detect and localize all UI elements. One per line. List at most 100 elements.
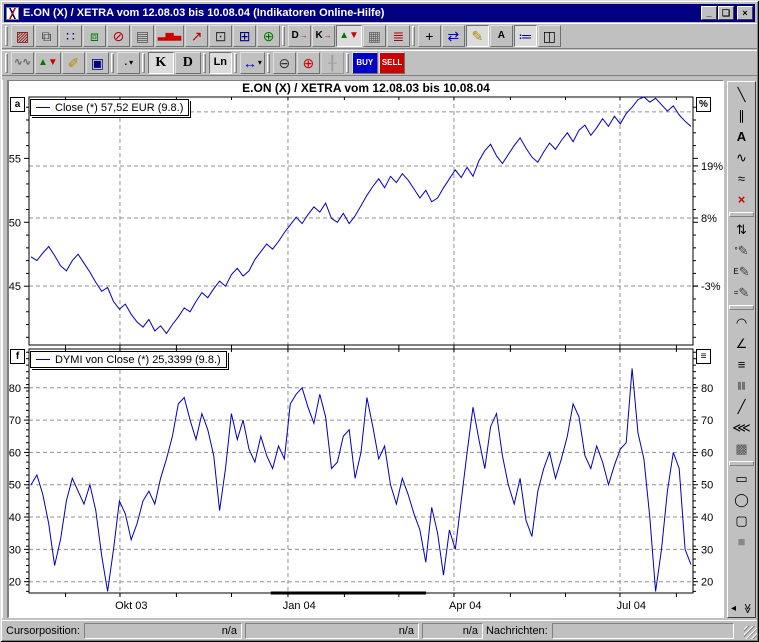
- sidebar-divider: [729, 212, 754, 217]
- scale-arrows-icon[interactable]: ⇄: [442, 25, 465, 47]
- toolbar-grip[interactable]: [203, 53, 206, 73]
- statusbar: Cursorposition: n/a n/a n/a Nachrichten:: [2, 620, 757, 640]
- pane2-legend[interactable]: DYMI von Close (*) 25,3399 (9.8.): [30, 351, 227, 368]
- candle-chart-button[interactable]: K: [148, 52, 174, 74]
- rectangle-tool[interactable]: ▭: [729, 468, 754, 489]
- properties-icon[interactable]: ▣: [86, 52, 109, 74]
- window-icon: [6, 7, 19, 20]
- triangles-updown-icon[interactable]: ▲▼: [336, 25, 362, 47]
- toolbar-grip[interactable]: [412, 26, 415, 46]
- filled-rect-tool[interactable]: ■: [729, 531, 754, 552]
- ln-scale-button[interactable]: Ln: [209, 52, 232, 74]
- line-chart-icon[interactable]: ↗: [185, 25, 208, 47]
- parallel-lines-tool[interactable]: ∥: [729, 105, 754, 126]
- toolbar-grip[interactable]: [142, 53, 145, 73]
- windows-list-icon[interactable]: ⊞: [233, 25, 256, 47]
- retracement-lines-tool[interactable]: ≡: [729, 354, 754, 375]
- tile-windows-icon[interactable]: ∷: [59, 25, 82, 47]
- chart-canvas[interactable]: 45505519%8%-3%20203030404050506060707080…: [9, 81, 725, 619]
- wave-tool[interactable]: ≈: [729, 168, 754, 189]
- chart-grid-icon[interactable]: ▦: [363, 25, 386, 47]
- close-button[interactable]: ×: [737, 6, 753, 20]
- hrange-icon[interactable]: ↔▾: [240, 52, 265, 74]
- crosshair-icon[interactable]: +: [418, 25, 441, 47]
- svg-text:30: 30: [701, 544, 713, 556]
- zigzag-tool[interactable]: ∿: [729, 147, 754, 168]
- marker-pen-icon[interactable]: ✐: [62, 52, 85, 74]
- svg-text:40: 40: [9, 512, 21, 524]
- pen-circle-tool[interactable]: °✎: [729, 240, 754, 261]
- draw-pen-icon[interactable]: ✎: [466, 25, 489, 47]
- quote-window-icon[interactable]: ⊡: [209, 25, 232, 47]
- pane2-marker[interactable]: f: [10, 349, 25, 364]
- pane2-legend-text: DYMI von Close (*) 25,3399 (9.8.): [55, 354, 221, 366]
- trendline-tool[interactable]: ╲: [729, 84, 754, 105]
- zoom-out-icon[interactable]: ⊖: [273, 52, 296, 74]
- buy-button[interactable]: BUY: [352, 52, 378, 74]
- axis-tool-icon[interactable]: ╂: [321, 52, 344, 74]
- pane1-percent-axis-marker[interactable]: %: [696, 97, 711, 112]
- svg-text:20: 20: [701, 577, 713, 589]
- text-tool[interactable]: A: [729, 126, 754, 147]
- svg-text:Jul 04: Jul 04: [617, 600, 646, 612]
- line-width-icon[interactable]: ·▾: [117, 52, 140, 74]
- toolbar-grip[interactable]: [5, 26, 8, 46]
- cursor-x-field: n/a: [84, 623, 242, 639]
- pen-extension-tool[interactable]: E✎: [729, 261, 754, 282]
- svg-text:50: 50: [9, 480, 21, 492]
- layout-panel-icon[interactable]: ◫: [538, 25, 561, 47]
- quote-grid-icon[interactable]: ▤: [131, 25, 154, 47]
- titlebar[interactable]: E.ON (X) / XETRA vom 12.08.03 bis 10.08.…: [4, 4, 755, 22]
- sidebar-scroll-left-icon[interactable]: ◂: [731, 603, 736, 614]
- delete-drawing-tool[interactable]: ×: [729, 189, 754, 210]
- svg-text:70: 70: [701, 415, 713, 427]
- fan-lines-tool[interactable]: ∠: [729, 333, 754, 354]
- pen-parallel-tool[interactable]: =✎: [729, 282, 754, 303]
- minimize-button[interactable]: _: [701, 6, 717, 20]
- new-chart-icon[interactable]: ▨: [11, 25, 34, 47]
- vertical-lines-tool[interactable]: ∥∥: [729, 375, 754, 396]
- ellipse-tool[interactable]: ◯: [729, 489, 754, 510]
- arc-tool[interactable]: ◠: [729, 312, 754, 333]
- sidebar-more-tools-icon[interactable]: ≫: [741, 603, 752, 613]
- toolbar-grip[interactable]: [346, 53, 349, 73]
- copy-chart-icon[interactable]: ⧉: [35, 25, 58, 47]
- bar-chart-button[interactable]: D: [175, 52, 201, 74]
- toolbar-grip[interactable]: [267, 53, 270, 73]
- cursor-position-label: Cursorposition:: [6, 625, 80, 637]
- pane1-marker[interactable]: a: [10, 97, 25, 112]
- sell-button[interactable]: SELL: [379, 52, 405, 74]
- delete-study-icon[interactable]: ⊘: [107, 25, 130, 47]
- svg-text:55: 55: [9, 153, 21, 165]
- crosshatch-tool[interactable]: ▩: [729, 438, 754, 459]
- cascade-windows-icon[interactable]: ⧈: [83, 25, 106, 47]
- toolbar-grip[interactable]: [282, 26, 285, 46]
- toolbar-grip[interactable]: [5, 53, 8, 73]
- speed-lines-tool[interactable]: ⋘: [729, 417, 754, 438]
- fibonacci-tool[interactable]: ⇅: [729, 219, 754, 240]
- notes-page-icon[interactable]: A: [490, 25, 513, 47]
- diagonal-line-tool[interactable]: ╱: [729, 396, 754, 417]
- rounded-rect-tool[interactable]: ▢: [729, 510, 754, 531]
- legend-list-icon[interactable]: ≔: [514, 25, 537, 47]
- trend-triangles-icon[interactable]: ▲▼: [35, 52, 61, 74]
- svg-text:Apr 04: Apr 04: [449, 600, 481, 612]
- period-d-icon[interactable]: D→: [288, 25, 311, 47]
- zoom-in-icon[interactable]: ⊕: [297, 52, 320, 74]
- chart-panel[interactable]: E.ON (X) / XETRA vom 12.08.03 bis 10.08.…: [8, 80, 724, 618]
- svg-text:60: 60: [701, 447, 713, 459]
- add-indicator-icon[interactable]: ⊕: [257, 25, 280, 47]
- messages-field: [552, 623, 734, 639]
- indicator-lines-icon[interactable]: ≣: [387, 25, 410, 47]
- zigzag-analysis-icon[interactable]: ∿∿: [11, 52, 34, 74]
- volume-histogram-icon[interactable]: ▂▅▃: [155, 25, 184, 47]
- svg-text:30: 30: [9, 544, 21, 556]
- pane2-list-marker[interactable]: ≡: [696, 349, 711, 364]
- toolbar-grip[interactable]: [111, 53, 114, 73]
- period-k-icon[interactable]: K→: [312, 25, 335, 47]
- resize-grip[interactable]: [744, 626, 757, 639]
- pane1-legend[interactable]: Close (*) 57,52 EUR (9.8.): [30, 99, 189, 116]
- toolbar-grip[interactable]: [234, 53, 237, 73]
- maximize-button[interactable]: ❏: [718, 6, 734, 20]
- toolbar-main: ▨⧉∷⧈⊘▤▂▅▃↗⊡⊞⊕ D→K→▲▼▦≣ +⇄✎A≔◫: [2, 23, 757, 49]
